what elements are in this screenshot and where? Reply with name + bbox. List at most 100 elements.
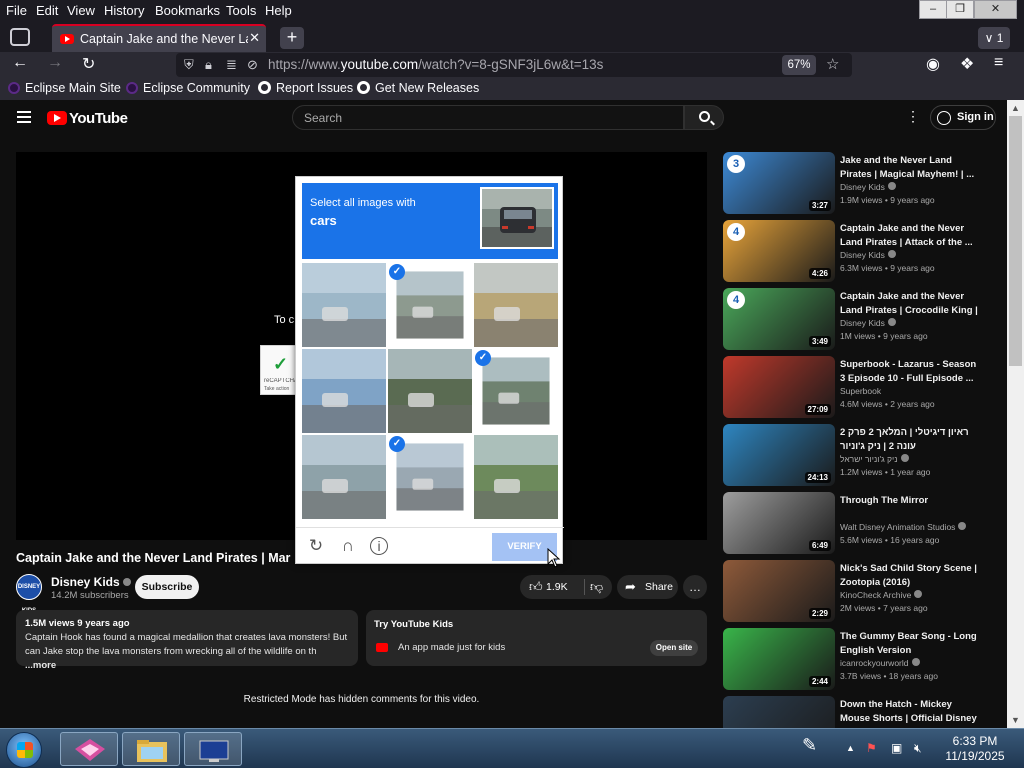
recommended-video[interactable]: 2:44 The Gummy Bear Song - Long English V… xyxy=(723,628,1007,690)
bookmark-get-new-releases[interactable]: Get New Releases xyxy=(357,81,479,95)
shield-icon[interactable]: ⛨ xyxy=(184,57,194,73)
video-channel[interactable]: Disney Kids xyxy=(840,318,896,328)
video-title[interactable]: Nick's Sad Child Story Scene | Zootopia … xyxy=(840,562,980,589)
taskbar-app-firefox[interactable] xyxy=(60,732,118,766)
video-channel[interactable]: Disney Kids xyxy=(840,250,896,260)
url-bar[interactable]: ⛨ 🔒︎ ≣ ⊘ https://www.youtube.com/watch?v… xyxy=(176,53,852,77)
menu-file[interactable]: File xyxy=(6,3,27,18)
menu-tools[interactable]: Tools xyxy=(226,3,256,18)
audio-challenge-icon[interactable]: ∩ xyxy=(338,536,358,556)
channel-name[interactable]: Disney Kids xyxy=(51,575,131,589)
video-title[interactable]: Captain Jake and the Never Land Pirates … xyxy=(840,222,980,249)
video-channel[interactable]: Superbook xyxy=(840,386,881,396)
start-button[interactable] xyxy=(6,732,42,768)
more-actions-button[interactable]: … xyxy=(683,575,707,599)
description-box[interactable]: 1.5M views 9 years ago Captain Hook has … xyxy=(16,610,358,671)
close-tab-icon[interactable]: ✕ xyxy=(249,30,260,46)
tab-youtube[interactable]: Captain Jake and the Never Land Pirates … xyxy=(52,24,266,52)
video-thumbnail[interactable]: 3 3:27 xyxy=(723,152,835,214)
video-thumbnail[interactable]: 2:29 xyxy=(723,560,835,622)
menu-bookmarks[interactable]: Bookmarks xyxy=(155,3,220,18)
url-text[interactable]: https://www.youtube.com/watch?v=8-gSNF3j… xyxy=(268,57,603,72)
reload-challenge-icon[interactable]: ↻ xyxy=(306,536,326,556)
video-channel[interactable]: Disney Kids xyxy=(840,182,896,192)
video-channel[interactable]: Walt Disney Animation Studios xyxy=(840,522,967,532)
scroll-down-icon[interactable]: ▼ xyxy=(1007,712,1024,728)
page-scrollbar[interactable]: ▲ ▼ xyxy=(1007,100,1024,728)
restore-button[interactable]: ❐ xyxy=(946,0,974,19)
video-channel[interactable]: icanrockyourworld xyxy=(840,658,920,668)
like-icon[interactable]: 👍︎ xyxy=(529,575,543,599)
captcha-tile[interactable] xyxy=(302,349,386,433)
action-center-icon[interactable]: ⚑ xyxy=(866,741,877,755)
channel-avatar[interactable]: DISNEY KIDS xyxy=(16,574,42,614)
captcha-tile[interactable]: ✓ xyxy=(474,349,558,433)
bookmark-star-icon[interactable]: ☆ xyxy=(826,55,839,73)
sign-in-button[interactable]: Sign in xyxy=(930,105,996,130)
info-icon[interactable]: i xyxy=(370,537,388,555)
recommended-video[interactable]: 4 3:49 Captain Jake and the Never Land Pir… xyxy=(723,288,1007,350)
recommended-video[interactable]: 4 4:26 Captain Jake and the Never Land Pir… xyxy=(723,220,1007,282)
video-title[interactable]: Down the Hatch - Mickey Mouse Shorts | O… xyxy=(840,698,980,725)
video-title[interactable]: Superbook - Lazarus - Season 3 Episode 1… xyxy=(840,358,980,385)
close-window-button[interactable]: ✕ xyxy=(974,0,1017,19)
clock[interactable]: 6:33 PM 11/19/2025 xyxy=(940,734,1010,764)
back-arrow-icon[interactable]: ← xyxy=(12,54,28,72)
recommended-video[interactable]: 6:49 Through The Mirror Walt Disney Animat… xyxy=(723,492,1007,554)
subscribe-button[interactable]: Subscribe xyxy=(135,575,199,599)
video-thumbnail[interactable]: 24:13 xyxy=(723,424,835,486)
volume-icon[interactable]: 🔇︎ xyxy=(914,741,922,756)
reload-icon[interactable]: ↻ xyxy=(82,54,95,74)
more-options-icon[interactable]: ⋮ xyxy=(906,108,920,125)
network-icon[interactable]: ▣ xyxy=(891,741,902,755)
pen-tablet-icon[interactable]: ✎ xyxy=(802,735,817,756)
recommended-video[interactable]: 24:13 ראיון דיגיטלי | המלאך 2 פרק 2 עונה … xyxy=(723,424,1007,486)
bookmark-eclipse-main[interactable]: Eclipse Main Site xyxy=(8,81,121,95)
hamburger-menu-icon[interactable] xyxy=(17,111,31,126)
youtube-logo[interactable]: YouTube xyxy=(47,110,128,128)
scroll-thumb[interactable] xyxy=(1009,116,1022,366)
menu-history[interactable]: History xyxy=(104,3,144,18)
menu-help[interactable]: Help xyxy=(265,3,292,18)
open-site-button[interactable]: Open site xyxy=(650,640,698,656)
lock-icon[interactable]: 🔒︎ xyxy=(205,57,212,73)
video-thumbnail[interactable] xyxy=(723,696,835,728)
captcha-tile[interactable]: ✓ xyxy=(388,263,472,347)
video-title[interactable]: Captain Jake and the Never Land Pirates … xyxy=(840,290,980,317)
list-all-tabs-button[interactable]: ∨ 1 xyxy=(978,27,1010,49)
video-channel[interactable]: KinoCheck Archive xyxy=(840,590,923,600)
like-count[interactable]: 1.9K xyxy=(546,581,568,593)
recommended-video[interactable]: 27:09 Superbook - Lazarus - Season 3 Epis… xyxy=(723,356,1007,418)
captcha-tile[interactable] xyxy=(302,263,386,347)
forward-arrow-icon[interactable]: → xyxy=(47,54,63,72)
tracking-blocked-icon[interactable]: ⊘ xyxy=(247,57,258,73)
menu-edit[interactable]: Edit xyxy=(36,3,58,18)
zoom-level-button[interactable]: 67% xyxy=(782,55,816,75)
minimize-button[interactable]: – xyxy=(919,0,947,19)
captcha-tile[interactable] xyxy=(388,349,472,433)
account-icon[interactable]: ◉ xyxy=(926,54,940,74)
video-thumbnail[interactable]: 27:09 xyxy=(723,356,835,418)
video-title[interactable]: ראיון דיגיטלי | המלאך 2 פרק 2 עונה 2 | נ… xyxy=(840,426,980,453)
share-button[interactable]: ➦ Share xyxy=(617,575,678,599)
captcha-tile[interactable] xyxy=(474,435,558,519)
video-thumbnail[interactable]: 2:44 xyxy=(723,628,835,690)
taskbar-app-remote[interactable] xyxy=(184,732,242,766)
video-title[interactable]: The Gummy Bear Song - Long English Versi… xyxy=(840,630,980,657)
recommended-video[interactable]: 3 3:27 Jake and the Never Land Pirates | M… xyxy=(723,152,1007,214)
video-title[interactable]: Through The Mirror xyxy=(840,494,980,521)
recommended-video[interactable]: 2:29 Nick's Sad Child Story Scene | Zooto… xyxy=(723,560,1007,622)
search-button[interactable] xyxy=(684,105,724,130)
app-menu-icon[interactable]: ≡ xyxy=(994,54,1003,72)
new-tab-button[interactable]: + xyxy=(280,27,304,49)
extensions-icon[interactable]: ❖ xyxy=(960,54,974,74)
recaptcha-checkbox[interactable]: ✓ reCAPTCHA Take action xyxy=(260,345,300,395)
video-thumbnail[interactable]: 6:49 xyxy=(723,492,835,554)
show-more-link[interactable]: ...more xyxy=(25,660,56,671)
scroll-up-icon[interactable]: ▲ xyxy=(1007,100,1024,116)
search-input[interactable]: Search xyxy=(292,105,684,130)
captcha-tile[interactable] xyxy=(302,435,386,519)
bookmark-report-issues[interactable]: Report Issues xyxy=(258,81,353,95)
captcha-tile[interactable] xyxy=(474,263,558,347)
video-thumbnail[interactable]: 4 4:26 xyxy=(723,220,835,282)
